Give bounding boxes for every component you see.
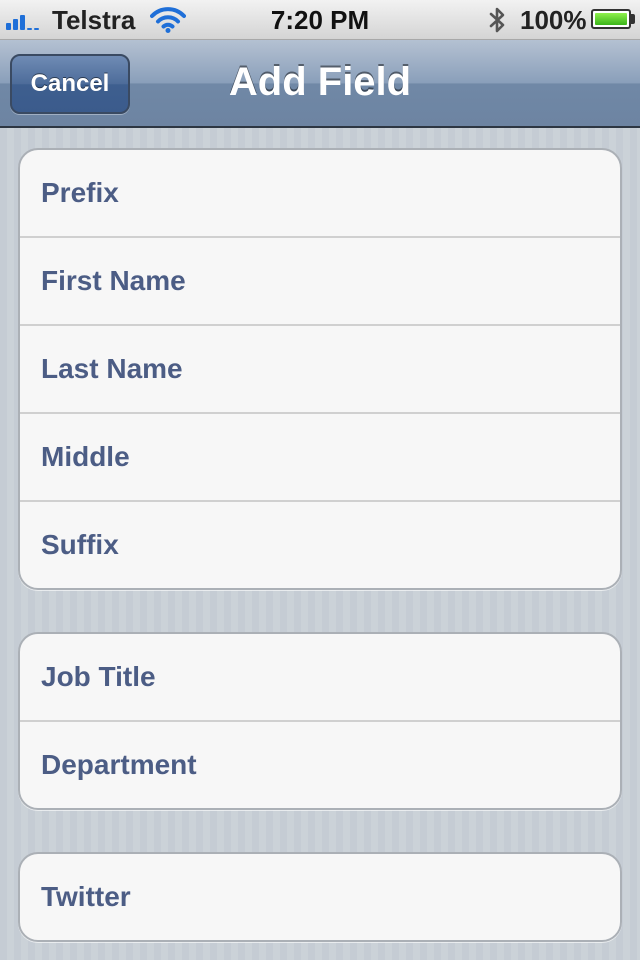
field-option-twitter[interactable]: Twitter (20, 854, 620, 940)
battery-icon (591, 9, 631, 29)
battery-percentage: 100% (520, 5, 587, 35)
battery-fill (595, 13, 627, 25)
work-fields-group: Job Title Department (18, 632, 622, 810)
field-option-suffix[interactable]: Suffix (20, 502, 620, 588)
social-fields-group: Twitter (18, 852, 622, 942)
bluetooth-icon (489, 7, 505, 33)
field-option-last-name[interactable]: Last Name (20, 326, 620, 414)
field-option-department[interactable]: Department (20, 722, 620, 808)
name-fields-group: Prefix First Name Last Name Middle Suffi… (18, 148, 622, 590)
battery-tip (631, 14, 635, 24)
navigation-bar: Add Field Cancel (0, 40, 640, 128)
field-option-job-title[interactable]: Job Title (20, 634, 620, 722)
field-option-middle[interactable]: Middle (20, 414, 620, 502)
field-option-prefix[interactable]: Prefix (20, 150, 620, 238)
status-bar: Telstra 7:20 PM 100% (0, 0, 640, 40)
cancel-button[interactable]: Cancel (10, 54, 130, 114)
field-option-first-name[interactable]: First Name (20, 238, 620, 326)
